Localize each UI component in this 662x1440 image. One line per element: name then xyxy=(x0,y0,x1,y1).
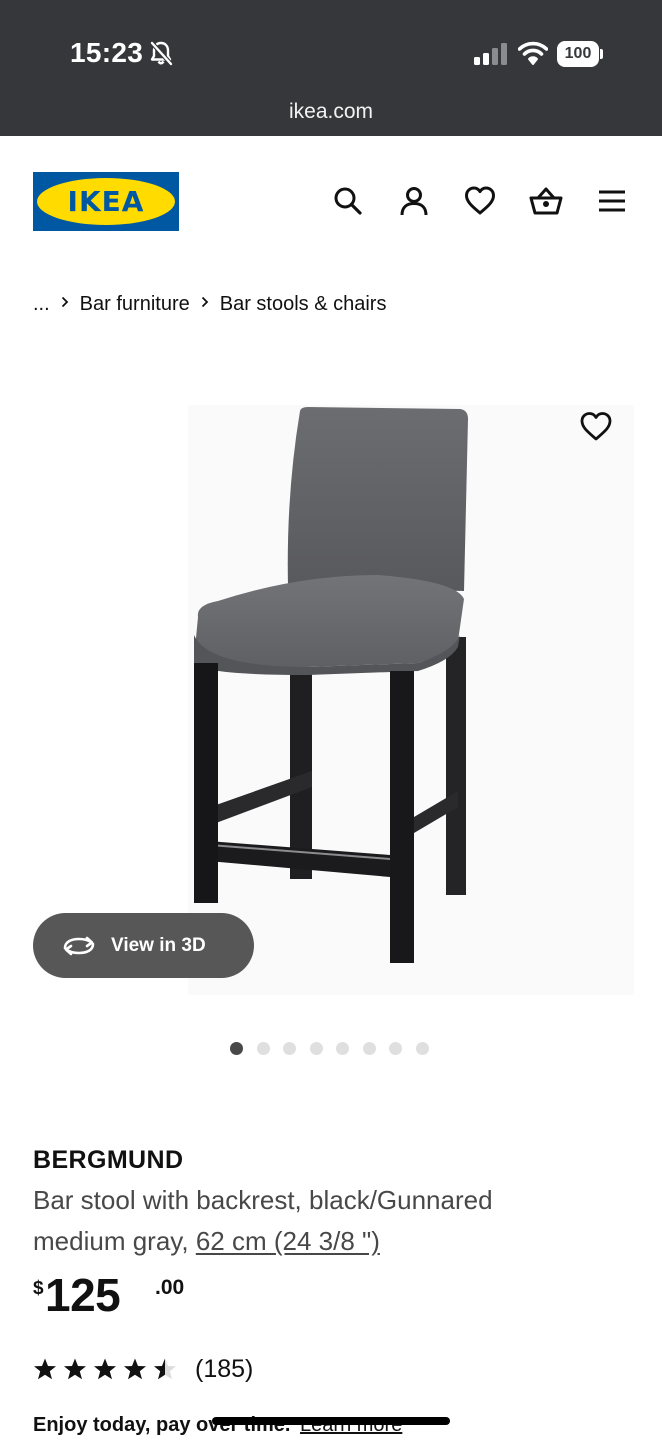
battery-level: 100 xyxy=(557,41,599,67)
heart-icon[interactable] xyxy=(463,184,497,218)
breadcrumb-ellipsis[interactable]: ... xyxy=(33,293,50,316)
address-bar-url[interactable]: ikea.com xyxy=(0,100,662,124)
chevron-right-icon xyxy=(190,295,220,313)
product-description: Bar stool with backrest, black/Gunnared … xyxy=(33,1180,573,1262)
bar-stool-image xyxy=(194,407,468,963)
pagination-dot[interactable] xyxy=(415,1041,429,1055)
review-count: (185) xyxy=(195,1354,254,1383)
wifi-icon xyxy=(518,41,548,65)
chevron-right-icon xyxy=(50,295,80,313)
breadcrumb-item-bar-furniture[interactable]: Bar furniture xyxy=(80,293,190,316)
star-icon xyxy=(124,1358,146,1380)
product-rating[interactable]: (185) xyxy=(33,1354,253,1384)
pagination-dot[interactable] xyxy=(389,1041,402,1055)
pagination-dot[interactable] xyxy=(283,1041,296,1055)
product-name: BERGMUND xyxy=(33,1146,184,1174)
product-size-link[interactable]: 62 cm (24 3/8 ") xyxy=(196,1226,380,1256)
add-to-favorites-button[interactable] xyxy=(574,404,618,448)
status-bar: 15:23 100 ikea.com xyxy=(0,0,662,136)
price-integer: 125 xyxy=(45,1269,121,1321)
battery-icon: 100 xyxy=(557,41,603,67)
pagination-dot[interactable] xyxy=(309,1041,323,1055)
view-in-3d-button[interactable]: View in 3D xyxy=(33,913,254,978)
star-icon xyxy=(94,1358,116,1380)
home-indicator[interactable] xyxy=(212,1417,450,1425)
account-icon[interactable] xyxy=(397,184,431,218)
rotate-3d-icon xyxy=(63,936,95,955)
pagination-dot[interactable] xyxy=(230,1041,243,1055)
search-icon[interactable] xyxy=(331,184,365,218)
star-icon xyxy=(34,1358,56,1380)
basket-icon[interactable] xyxy=(529,184,563,218)
price-decimal: .00 xyxy=(155,1276,185,1299)
signal-icon xyxy=(474,43,507,65)
pagination-dot[interactable] xyxy=(362,1041,376,1055)
pagination-dot[interactable] xyxy=(256,1041,270,1055)
logo-text: IKEA xyxy=(67,185,145,218)
star-icon xyxy=(64,1358,86,1380)
menu-icon[interactable] xyxy=(595,184,629,218)
price-currency: $ xyxy=(33,1278,44,1299)
star-half-icon xyxy=(154,1358,176,1380)
image-pagination xyxy=(230,1040,442,1056)
breadcrumb: ... Bar furniture Bar stools & chairs xyxy=(33,290,386,318)
product-image[interactable] xyxy=(188,405,634,995)
ikea-logo[interactable]: IKEA xyxy=(33,172,179,231)
breadcrumb-item-bar-stools[interactable]: Bar stools & chairs xyxy=(220,293,387,316)
status-time: 15:23 xyxy=(70,37,144,68)
view-in-3d-label: View in 3D xyxy=(111,934,206,956)
bell-slash-icon xyxy=(150,41,173,66)
pagination-dot[interactable] xyxy=(336,1041,349,1055)
